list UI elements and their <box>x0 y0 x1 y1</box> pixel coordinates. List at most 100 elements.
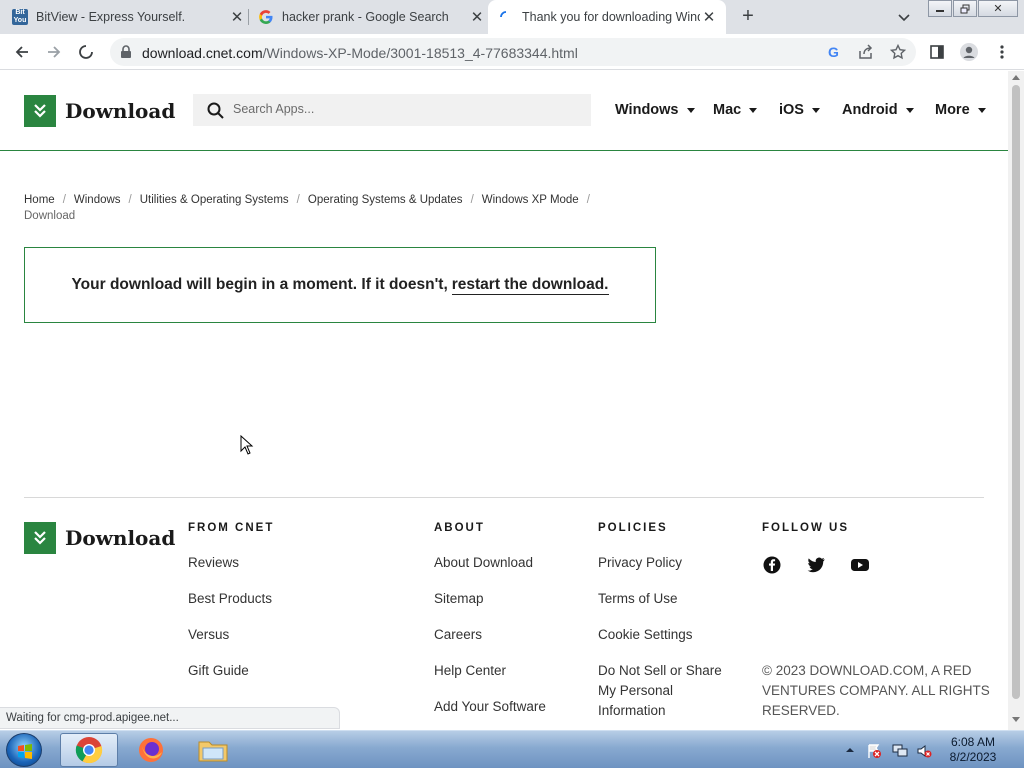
google-favicon <box>258 9 274 25</box>
footer-heading-about: ABOUT <box>434 522 485 534</box>
nav-label: More <box>935 102 970 118</box>
restore-button[interactable] <box>953 0 977 17</box>
footer-link-sitemap[interactable]: Sitemap <box>434 589 484 609</box>
footer-heading-follow-us: FOLLOW US <box>762 522 849 534</box>
breadcrumb: Home / Windows / Utilities & Operating Syste… <box>24 194 590 222</box>
forward-arrow-icon[interactable] <box>42 40 66 64</box>
search-input[interactable] <box>233 102 573 116</box>
breadcrumb-current: Download <box>24 210 76 222</box>
close-tab-icon[interactable]: ✕ <box>228 8 246 26</box>
tab-download-active[interactable]: Thank you for downloading Windows XP Mod… <box>488 0 726 34</box>
nav-windows[interactable]: Windows <box>615 102 695 118</box>
footer-heading-from-cnet: FROM CNET <box>188 522 275 534</box>
search-box[interactable] <box>193 94 591 126</box>
taskbar-clock[interactable]: 6:08 AM 8/2/2023 <box>930 735 1016 765</box>
windows-flag-icon <box>18 744 32 759</box>
scrollbar-thumb[interactable] <box>1012 85 1020 699</box>
lock-icon[interactable] <box>120 45 132 64</box>
firefox-icon <box>139 738 163 762</box>
new-tab-button[interactable]: + <box>738 6 758 26</box>
clock-date: 8/2/2023 <box>949 750 997 764</box>
chevron-down-icon <box>811 107 820 113</box>
url-text[interactable]: download.cnet.com/Windows-XP-Mode/3001-1… <box>142 45 578 61</box>
breadcrumb-home[interactable]: Home <box>24 194 55 206</box>
nav-ios[interactable]: iOS <box>779 102 820 118</box>
side-panel-icon[interactable] <box>925 40 949 64</box>
footer-heading-policies: POLICIES <box>598 522 668 534</box>
breadcrumb-windows[interactable]: Windows <box>74 194 121 206</box>
footer-link-gift-guide[interactable]: Gift Guide <box>188 661 249 681</box>
start-button[interactable] <box>6 733 42 767</box>
footer-download-logo[interactable]: Download <box>24 522 175 554</box>
close-window-button[interactable]: ✕ <box>978 0 1018 17</box>
chevron-down-icon <box>749 107 758 113</box>
footer-link-privacy-policy[interactable]: Privacy Policy <box>598 553 682 573</box>
footer-link-reviews[interactable]: Reviews <box>188 553 239 573</box>
google-lens-icon[interactable]: G <box>826 44 842 65</box>
chevron-down-icon <box>686 107 695 113</box>
chevron-down-icon <box>905 107 914 113</box>
back-arrow-icon[interactable] <box>10 40 34 64</box>
network-icon[interactable] <box>892 743 908 757</box>
restart-download-link[interactable]: restart the download. <box>451 276 609 295</box>
nav-android[interactable]: Android <box>842 102 914 118</box>
breadcrumb-operating-systems[interactable]: Operating Systems & Updates <box>308 194 463 206</box>
nav-label: iOS <box>779 102 804 118</box>
footer-link-careers[interactable]: Careers <box>434 625 482 645</box>
tab-strip: Bit You BitView - Express Yourself. ✕ hac… <box>0 0 1024 34</box>
footer-link-cookie-settings[interactable]: Cookie Settings <box>598 625 693 645</box>
page-scrollbar[interactable] <box>1008 71 1024 730</box>
taskbar-firefox[interactable] <box>122 733 180 767</box>
scroll-up-arrow-icon[interactable] <box>1012 75 1020 80</box>
stop-loading-icon[interactable] <box>74 40 98 64</box>
tab-search-chevron-icon[interactable] <box>896 9 912 25</box>
nav-more[interactable]: More <box>935 102 986 118</box>
tab-title: Thank you for downloading Windows XP Mod… <box>522 10 700 24</box>
download-logo[interactable]: Download <box>24 95 175 127</box>
web-page: Download Windows Mac iOS Android More Ho… <box>0 71 1008 730</box>
action-center-flag-icon[interactable] <box>866 743 881 758</box>
footer-link-versus[interactable]: Versus <box>188 625 229 645</box>
bitview-favicon: Bit You <box>12 9 28 25</box>
nav-label: Mac <box>713 102 742 118</box>
kebab-menu-icon[interactable] <box>990 40 1014 64</box>
close-tab-icon[interactable]: ✕ <box>700 8 718 26</box>
footer-link-terms-of-use[interactable]: Terms of Use <box>598 589 678 609</box>
share-icon[interactable] <box>858 44 874 65</box>
status-bubble: Waiting for cmg-prod.apigee.net... <box>0 707 340 729</box>
footer-link-do-not-sell[interactable]: Do Not Sell or Share My Personal Informa… <box>598 661 738 721</box>
twitter-icon[interactable] <box>806 555 826 575</box>
tab-bitview[interactable]: Bit You BitView - Express Yourself. ✕ <box>12 0 246 34</box>
logo-wordmark: Download <box>65 526 176 550</box>
breadcrumb-utilities[interactable]: Utilities & Operating Systems <box>140 194 289 206</box>
taskbar-explorer[interactable] <box>184 733 242 767</box>
footer-link-best-products[interactable]: Best Products <box>188 589 272 609</box>
show-hidden-icons-icon[interactable] <box>845 743 859 757</box>
chevron-down-icon <box>977 107 986 113</box>
tab-google-search[interactable]: hacker prank - Google Search ✕ <box>258 0 486 34</box>
close-tab-icon[interactable]: ✕ <box>468 8 486 26</box>
header-divider <box>0 150 1008 151</box>
youtube-icon[interactable] <box>850 555 870 575</box>
nav-mac[interactable]: Mac <box>713 102 758 118</box>
chrome-icon <box>75 737 103 764</box>
clock-time: 6:08 AM <box>950 735 996 749</box>
nav-label: Windows <box>615 102 679 118</box>
profile-avatar-icon[interactable] <box>957 40 981 64</box>
footer-link-about-download[interactable]: About Download <box>434 553 533 573</box>
footer-link-add-software[interactable]: Add Your Software <box>434 697 546 717</box>
footer-divider <box>24 497 984 498</box>
address-bar[interactable]: download.cnet.com/Windows-XP-Mode/3001-1… <box>110 38 916 66</box>
minimize-button[interactable] <box>928 0 952 17</box>
facebook-icon[interactable] <box>762 555 782 575</box>
bookmark-star-icon[interactable] <box>889 43 907 65</box>
loading-spinner-icon <box>498 9 514 25</box>
footer-link-help-center[interactable]: Help Center <box>434 661 506 681</box>
download-logo-icon <box>24 95 56 127</box>
volume-muted-icon[interactable] <box>916 743 932 758</box>
copyright-text: © 2023 DOWNLOAD.COM, A RED VENTURES COMP… <box>762 663 990 718</box>
notice-text: Your download will begin in a moment. If… <box>71 276 448 293</box>
taskbar-chrome[interactable] <box>60 733 118 767</box>
breadcrumb-windows-xp-mode[interactable]: Windows XP Mode <box>482 194 579 206</box>
scroll-down-arrow-icon[interactable] <box>1012 717 1020 722</box>
